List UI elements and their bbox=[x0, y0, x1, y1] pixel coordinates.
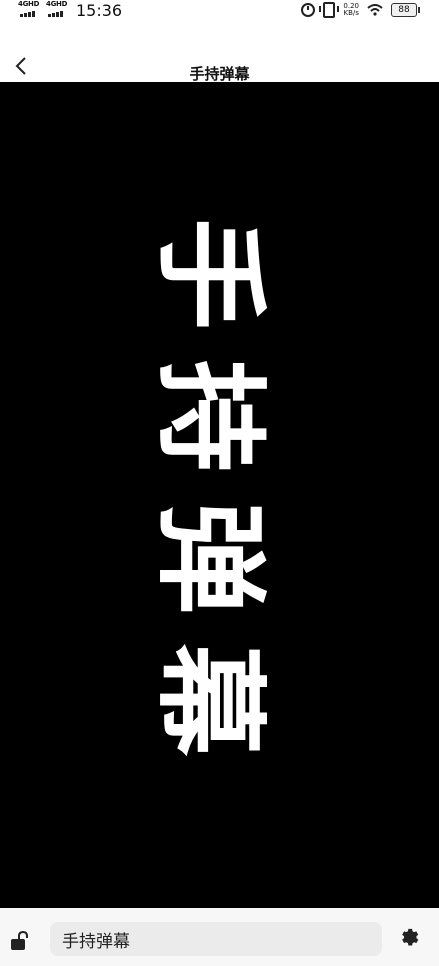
battery-level: 88 bbox=[398, 5, 410, 15]
barrage-text: 手持弹幕 bbox=[144, 218, 275, 786]
sim1-signal-icon: 4GHD bbox=[18, 0, 40, 18]
clock-time: 15:36 bbox=[76, 0, 123, 20]
bottom-bar bbox=[0, 908, 439, 966]
nav-bar: 手持弹幕 bbox=[0, 50, 439, 83]
barrage-text-input[interactable] bbox=[50, 922, 382, 956]
status-left: 4GHD 4GHD 15:36 bbox=[18, 0, 122, 20]
page-title: 手持弹幕 bbox=[189, 65, 250, 83]
gear-icon[interactable] bbox=[398, 926, 422, 950]
battery-icon: 88 bbox=[391, 3, 420, 17]
network-speed-unit: KB/s bbox=[343, 9, 359, 17]
barrage-rotator: 手持弹幕 bbox=[0, 82, 439, 908]
unlock-icon[interactable] bbox=[9, 930, 31, 952]
status-bar: 4GHD 4GHD 15:36 0.20 KB/s 88 bbox=[0, 0, 439, 20]
barrage-display[interactable]: 手持弹幕 bbox=[0, 82, 439, 908]
sim2-label: 4GHD bbox=[46, 0, 68, 8]
wifi-icon bbox=[367, 4, 383, 16]
vibrate-icon bbox=[319, 2, 340, 18]
sim2-signal-icon: 4GHD bbox=[46, 0, 68, 18]
status-right: 0.20 KB/s 88 bbox=[301, 0, 420, 20]
sim1-label: 4GHD bbox=[18, 0, 40, 8]
alarm-icon bbox=[301, 3, 316, 17]
network-speed: 0.20 KB/s bbox=[343, 3, 359, 17]
